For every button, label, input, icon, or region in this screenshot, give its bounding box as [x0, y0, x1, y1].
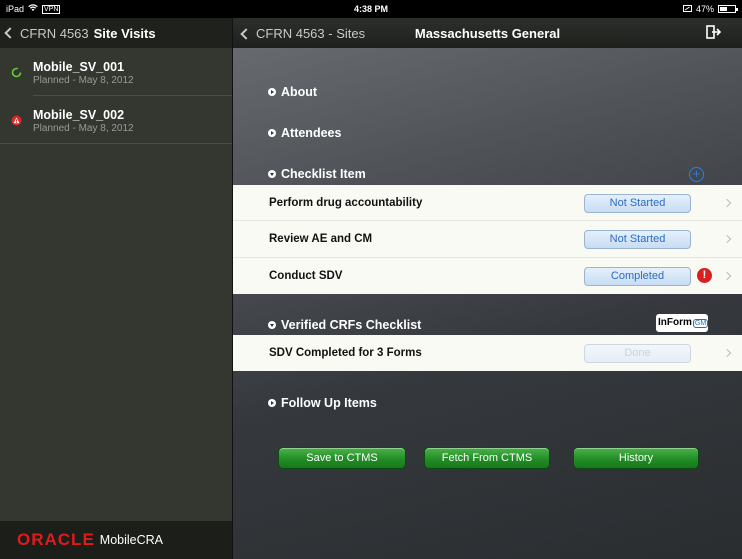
checklist-row[interactable]: Review AE and CM Not Started — [233, 221, 742, 258]
page-title: Massachusetts General — [414, 26, 561, 41]
site-visits-panel: CFRN 4563 Site Visits Mobile_SV_001 Plan… — [0, 18, 232, 559]
fetch-from-ctms-button[interactable]: Fetch From CTMS — [424, 447, 550, 469]
verified-table: SDV Completed for 3 Forms Done — [233, 335, 742, 372]
section-label: Follow Up Items — [281, 396, 377, 410]
inform-logo-text: InForm — [658, 317, 692, 328]
checklist-table: Perform drug accountability Not Started … — [233, 185, 742, 294]
status-button[interactable]: Completed — [584, 266, 691, 286]
chevron-right-icon — [722, 348, 732, 358]
save-to-ctms-button[interactable]: Save to CTMS — [278, 447, 406, 469]
right-nav-bar: CFRN 4563 - Sites Massachusetts General — [233, 18, 742, 48]
history-button[interactable]: History — [573, 447, 699, 469]
location-icon — [682, 4, 692, 14]
vpn-badge: VPN — [42, 4, 61, 14]
visit-item[interactable]: Mobile_SV_002 Planned - May 8, 2012 — [0, 96, 232, 144]
visit-item[interactable]: Mobile_SV_001 Planned - May 8, 2012 — [0, 48, 232, 96]
panel-title: Site Visits — [93, 25, 156, 41]
chevron-right-icon — [722, 235, 732, 244]
section-about[interactable]: About — [268, 85, 317, 99]
warning-icon[interactable]: ! — [697, 267, 712, 283]
wifi-icon — [28, 4, 38, 14]
checklist-row[interactable]: Conduct SDV Completed ! — [233, 258, 742, 294]
visit-status: Planned - May 8, 2012 — [33, 123, 134, 134]
disclosure-right-icon — [268, 88, 276, 96]
section-label: Attendees — [281, 126, 342, 140]
section-label: Verified CRFs Checklist — [281, 318, 422, 332]
back-label: CFRN 4563 — [20, 25, 89, 41]
section-label: About — [281, 85, 318, 99]
divider — [0, 143, 232, 144]
checklist-label: Perform drug accountability — [269, 196, 423, 209]
inform-logo-badge: GM — [692, 319, 709, 328]
disclosure-right-icon — [268, 399, 276, 407]
visit-name: Mobile_SV_001 — [33, 60, 125, 74]
verified-label: SDV Completed for 3 Forms — [269, 347, 422, 360]
checklist-label: Review AE and CM — [269, 232, 373, 245]
add-checklist-button[interactable]: + — [689, 167, 704, 182]
section-label: Checklist Item — [281, 167, 366, 181]
site-detail-panel: CFRN 4563 - Sites Massachusetts General … — [233, 18, 742, 559]
oracle-logo: ORACLE — [17, 530, 95, 549]
section-follow-up[interactable]: Follow Up Items — [268, 396, 377, 410]
app-footer: ORACLE MobileCRA — [0, 521, 232, 559]
logout-icon[interactable] — [706, 25, 722, 42]
section-checklist[interactable]: Checklist Item — [268, 167, 366, 181]
back-button[interactable]: CFRN 4563 — [4, 25, 89, 41]
status-bar: iPad VPN 4:38 PM 47% — [0, 0, 742, 18]
verified-row[interactable]: SDV Completed for 3 Forms Done — [233, 335, 742, 371]
product-name: MobileCRA — [99, 533, 163, 547]
clock: 4:38 PM — [353, 4, 388, 14]
battery-icon — [718, 5, 738, 13]
left-nav-bar: CFRN 4563 Site Visits — [0, 18, 232, 48]
section-attendees[interactable]: Attendees — [268, 126, 341, 140]
device-label: iPad — [6, 4, 25, 14]
status-button[interactable]: Not Started — [584, 194, 691, 213]
chevron-right-icon — [722, 198, 732, 208]
battery-percent: 47% — [695, 4, 714, 14]
chevron-right-icon — [722, 271, 732, 280]
section-verified-crfs[interactable]: Verified CRFs Checklist — [268, 318, 421, 332]
disclosure-down-icon — [268, 170, 276, 178]
disclosure-down-icon — [268, 321, 276, 329]
visit-name: Mobile_SV_002 — [33, 108, 125, 122]
checklist-label: Conduct SDV — [269, 269, 343, 282]
inform-logo: InForm GM — [656, 314, 709, 332]
alert-icon — [11, 113, 22, 131]
chevron-left-icon — [4, 27, 16, 39]
done-button[interactable]: Done — [584, 344, 691, 363]
disclosure-right-icon — [268, 129, 276, 137]
checklist-row[interactable]: Perform drug accountability Not Started — [233, 185, 742, 222]
visit-status: Planned - May 8, 2012 — [33, 75, 134, 86]
sync-icon — [11, 65, 22, 83]
status-button[interactable]: Not Started — [584, 230, 691, 250]
